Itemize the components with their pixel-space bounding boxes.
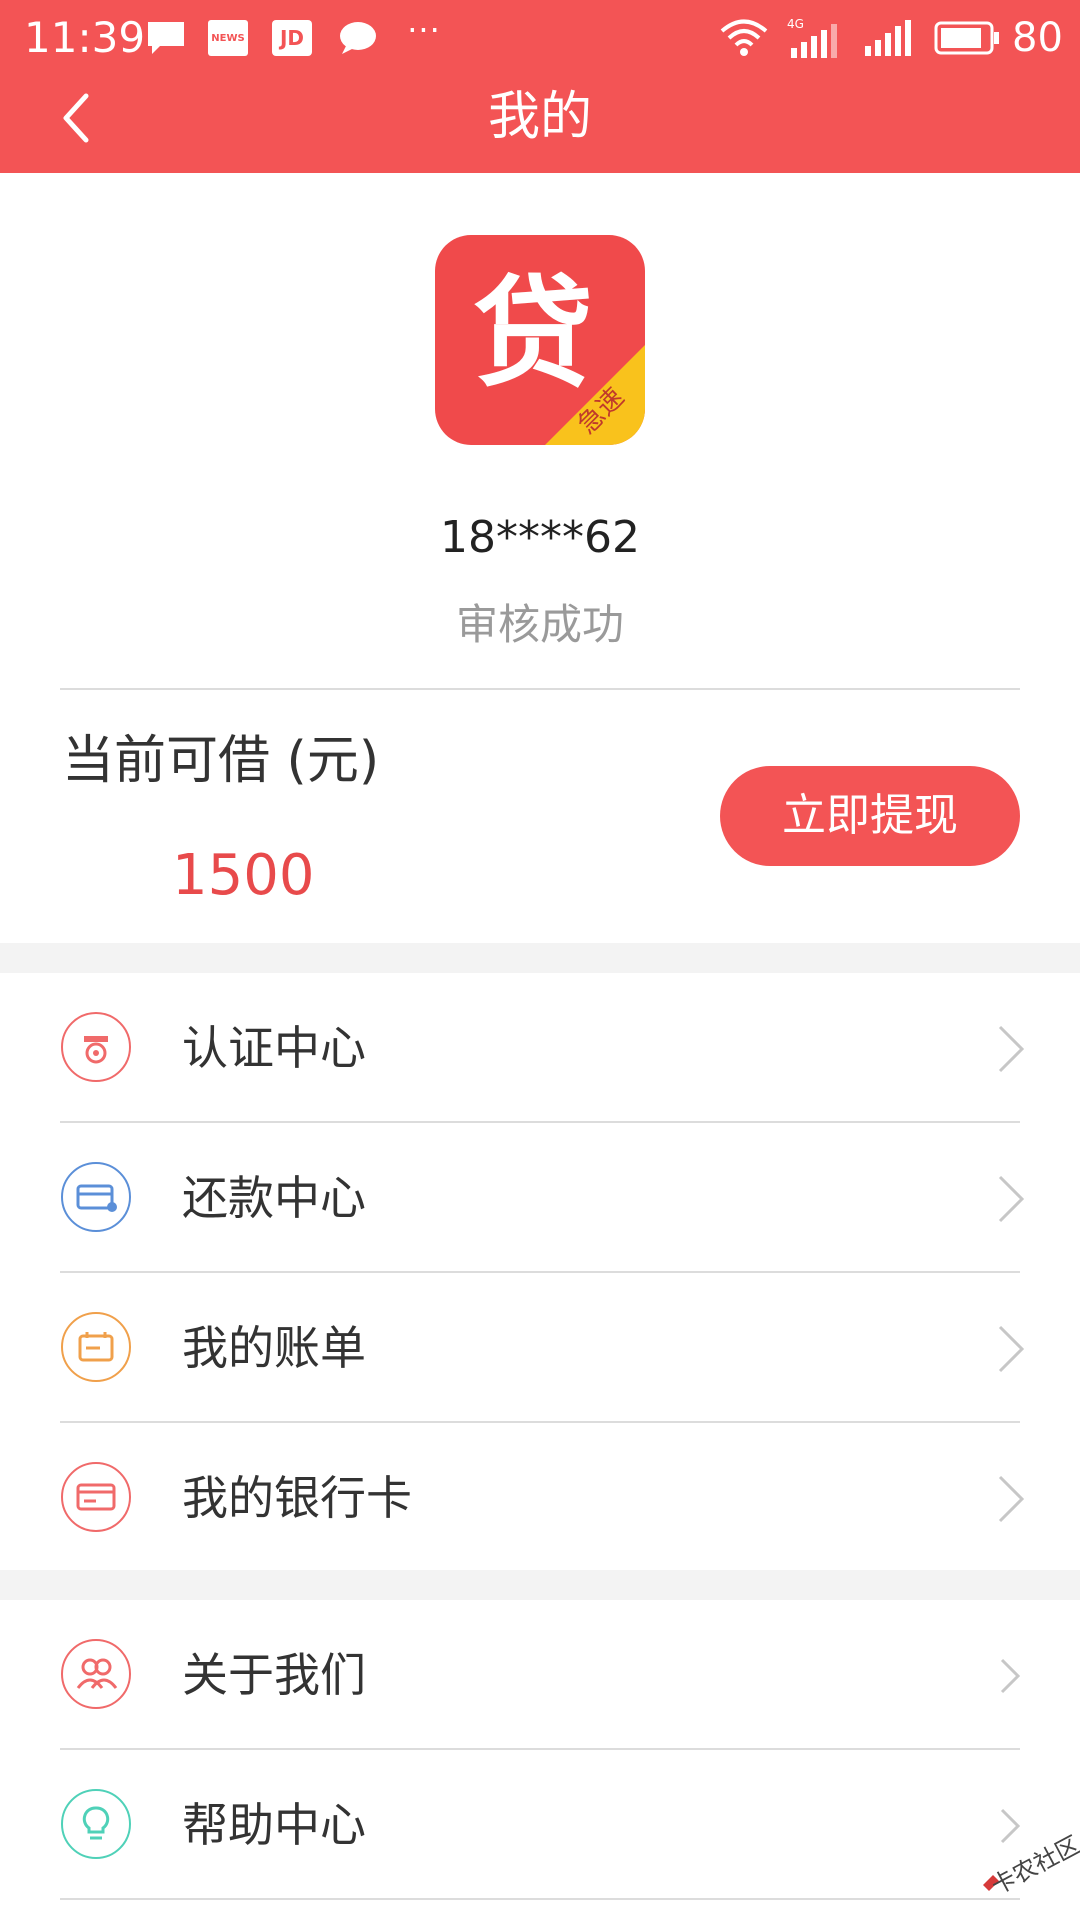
section-gap — [0, 943, 1080, 973]
available-credit-amount: 1500 — [172, 843, 315, 908]
menu-item-label: 帮助中心 — [182, 1798, 366, 1852]
jd-icon: JD — [272, 20, 312, 56]
user-phone: 18****62 — [440, 512, 640, 563]
bank-card-icon — [60, 1461, 132, 1533]
app-logo: 贷 急速 — [435, 235, 645, 445]
help-bulb-icon — [60, 1788, 132, 1860]
about-us-icon — [60, 1638, 132, 1710]
top-header: 11:39 NEWS JD ··· 4G 80 我的 — [0, 0, 1080, 173]
chat-icon — [336, 16, 380, 60]
more-icon: ··· — [407, 11, 441, 49]
watermark-logo: 卡农社区 — [975, 1815, 1080, 1905]
menu-item-certification[interactable]: 认证中心 — [0, 973, 1080, 1123]
menu-item-about-us[interactable]: 关于我们 — [0, 1600, 1080, 1750]
menu-item-help-center[interactable]: 帮助中心 — [0, 1750, 1080, 1900]
menu-item-label: 关于我们 — [182, 1648, 366, 1702]
menu-item-my-bill[interactable]: 我的账单 — [0, 1273, 1080, 1423]
bill-icon — [60, 1311, 132, 1383]
withdraw-button[interactable]: 立即提现 — [720, 766, 1020, 866]
signal-icon — [862, 16, 914, 60]
page-title: 我的 — [487, 87, 592, 147]
available-credit-label: 当前可借 (元) — [62, 731, 380, 791]
status-bar: 11:39 NEWS JD ··· 4G 80 — [0, 0, 1080, 75]
news-icon: NEWS — [208, 20, 248, 56]
profile-section: 贷 急速 18****62 审核成功 当前可借 (元) 1500 立即提现 — [0, 173, 1080, 943]
menu-item-label: 还款中心 — [182, 1171, 366, 1225]
signal-4g-icon: 4G — [786, 16, 844, 60]
chevron-right-icon — [992, 1019, 1032, 1079]
menu-item-bank-card[interactable]: 我的银行卡 — [0, 1423, 1080, 1573]
main-menu: 认证中心 还款中心 我的账单 我的银行卡 — [0, 973, 1080, 1573]
review-status: 审核成功 — [455, 600, 624, 649]
chevron-right-icon — [992, 1169, 1032, 1229]
battery-icon — [932, 16, 1002, 60]
svg-text:贷: 贷 — [473, 265, 593, 404]
menu-item-label: 我的账单 — [182, 1321, 366, 1375]
menu-item-label: 我的银行卡 — [182, 1471, 412, 1525]
status-time: 11:39 — [24, 13, 146, 62]
chevron-right-icon — [992, 1646, 1032, 1706]
repayment-icon — [60, 1161, 132, 1233]
menu-item-repayment[interactable]: 还款中心 — [0, 1123, 1080, 1273]
chevron-right-icon — [992, 1469, 1032, 1529]
divider — [60, 688, 1020, 690]
wifi-icon — [718, 16, 770, 60]
svg-text:4G: 4G — [787, 17, 804, 31]
section-gap — [0, 1570, 1080, 1600]
svg-text:卡农社区: 卡农社区 — [987, 1831, 1080, 1901]
divider — [60, 1898, 1020, 1900]
certification-icon — [60, 1011, 132, 1083]
battery-level: 80 — [1012, 15, 1063, 61]
chevron-right-icon — [992, 1319, 1032, 1379]
secondary-menu: 关于我们 帮助中心 — [0, 1600, 1080, 1920]
menu-item-label: 认证中心 — [182, 1021, 366, 1075]
message-icon — [144, 16, 188, 60]
